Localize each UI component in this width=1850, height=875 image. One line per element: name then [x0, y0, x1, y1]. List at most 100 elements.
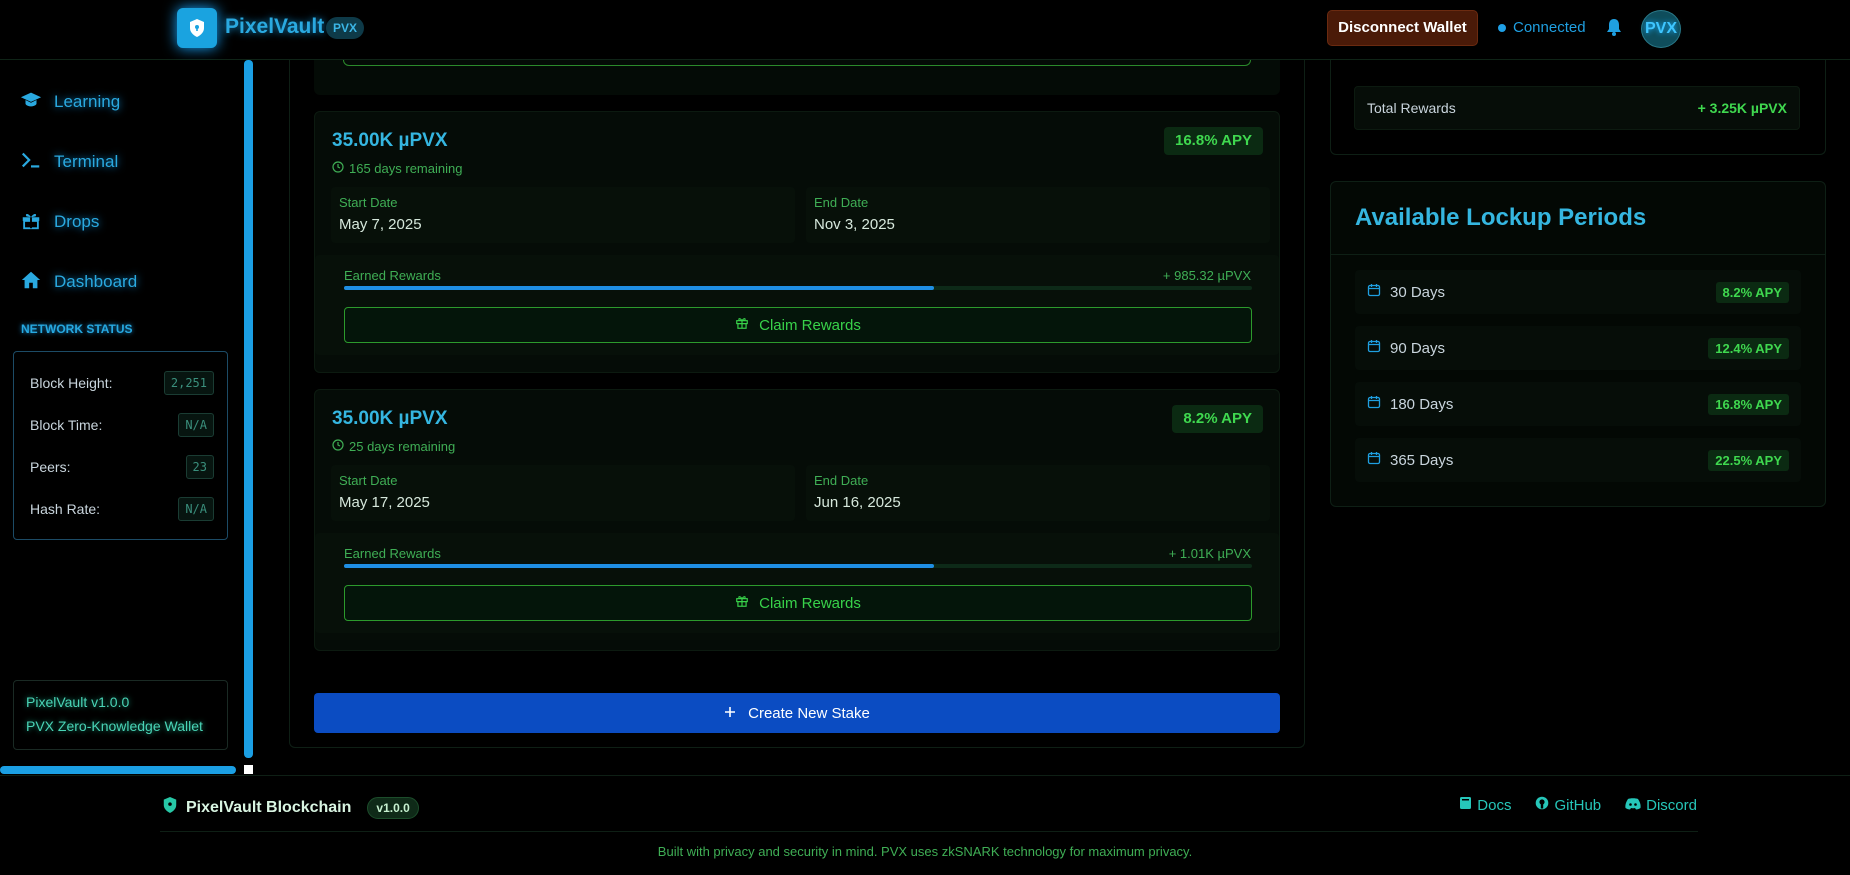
end-date-value: Nov 3, 2025 [814, 216, 895, 233]
total-rewards-label: Total Rewards [1367, 100, 1456, 116]
lockup-period-apy: 12.4% APY [1708, 337, 1789, 359]
network-value: N/A [178, 413, 214, 437]
app-name[interactable]: PixelVault [225, 15, 324, 39]
rewards-progress-fill [344, 286, 935, 290]
network-row-block-time: Block Time: N/A [30, 411, 214, 439]
end-date-label: End Date [814, 473, 869, 488]
rewards-progress-track [344, 286, 1252, 290]
divider [160, 831, 1698, 832]
start-date-label: Start Date [339, 195, 398, 210]
start-date-value: May 17, 2025 [339, 494, 430, 511]
app-version: PixelVault v1.0.0 [26, 694, 130, 710]
network-row-peers: Peers: 23 [30, 453, 214, 481]
gift-icon [735, 316, 749, 334]
shield-icon [162, 796, 178, 819]
end-date-value: Jun 16, 2025 [814, 494, 901, 511]
connection-status-dot [1498, 24, 1506, 32]
lockup-period-left: 90 Days [1367, 339, 1445, 357]
app-tagline: PVX Zero-Knowledge Wallet [26, 718, 203, 734]
plus-icon [724, 705, 736, 722]
calendar-icon [1367, 283, 1381, 301]
lockup-period-item[interactable]: 180 Days 16.8% APY [1355, 382, 1801, 426]
earned-rewards-value: + 1.01K µPVX [1168, 546, 1251, 561]
footer-link-label: Discord [1646, 796, 1697, 814]
connection-status: Connected [1513, 19, 1586, 36]
calendar-icon [1367, 395, 1381, 413]
clock-icon [332, 439, 344, 454]
claim-rewards-button[interactable]: Claim Rewards [344, 585, 1252, 621]
lockup-period-apy: 8.2% APY [1715, 281, 1789, 303]
claim-rewards-button[interactable]: Claim Rewards [344, 307, 1252, 343]
version-panel: PixelVault v1.0.0 PVX Zero-Knowledge Wal… [13, 680, 228, 750]
graduation-cap-icon [20, 89, 42, 116]
footer-brand-name: PixelVault Blockchain [186, 798, 352, 816]
footer-link-label: Docs [1477, 796, 1512, 814]
footer-version-badge: v1.0.0 [367, 796, 419, 819]
earned-rewards-value: + 985.32 µPVX [1162, 268, 1251, 283]
sidebar-scrollbar[interactable] [244, 60, 253, 758]
sidebar-item-label: Terminal [54, 152, 119, 171]
end-date-box: End Date Jun 16, 2025 [806, 465, 1270, 521]
footer: PixelVault Blockchain v1.0.0 Docs GitHub… [0, 775, 1850, 875]
home-icon [20, 269, 42, 296]
stake-remaining: 165 days remaining [332, 161, 462, 176]
stake-card: 35.00K µPVX 25 days remaining 8.2% APY S… [314, 389, 1280, 651]
sidebar-item-learning[interactable]: Learning [20, 82, 120, 122]
lockup-period-label: 180 Days [1390, 395, 1454, 413]
avatar[interactable]: PVX [1641, 10, 1681, 48]
footer-link-github[interactable]: GitHub [1535, 796, 1601, 814]
discord-icon [1625, 797, 1641, 814]
clock-icon [332, 161, 344, 176]
sidebar-item-drops[interactable]: Drops [20, 202, 99, 242]
lockup-period-apy: 16.8% APY [1708, 393, 1789, 415]
lockup-period-label: 365 Days [1390, 451, 1454, 469]
previous-claim-button[interactable] [343, 60, 1251, 66]
book-icon [1459, 796, 1472, 814]
lockup-period-item[interactable]: 90 Days 12.4% APY [1355, 326, 1801, 370]
network-label: Block Time: [30, 417, 103, 433]
scrollbar-corner [244, 765, 253, 774]
footer-brand: PixelVault Blockchain v1.0.0 [162, 796, 419, 819]
stake-amount: 35.00K µPVX [332, 130, 448, 151]
lockup-period-item[interactable]: 365 Days 22.5% APY [1355, 438, 1801, 482]
footer-link-docs[interactable]: Docs [1459, 796, 1511, 814]
terminal-icon [20, 149, 42, 176]
network-row-hash-rate: Hash Rate: N/A [30, 495, 214, 523]
network-value: N/A [178, 497, 214, 521]
network-label: Hash Rate: [30, 501, 101, 517]
sidebar-item-label: Drops [54, 212, 100, 231]
github-icon [1535, 796, 1549, 814]
claim-rewards-label: Claim Rewards [759, 594, 861, 612]
lockup-period-item[interactable]: 30 Days 8.2% APY [1355, 270, 1801, 314]
footer-link-discord[interactable]: Discord [1625, 796, 1697, 814]
create-new-stake-label: Create New Stake [748, 704, 870, 722]
earned-rewards-box: Earned Rewards + 985.32 µPVX Claim Rewar… [315, 255, 1279, 355]
total-rewards-row: Total Rewards + 3.25K µPVX [1354, 86, 1800, 130]
gift-icon [20, 209, 42, 236]
footer-note: Built with privacy and security in mind.… [657, 844, 1193, 859]
network-value: 2,251 [163, 371, 214, 395]
network-status-panel: Block Height: 2,251 Block Time: N/A Peer… [13, 351, 228, 540]
gift-icon [735, 594, 749, 612]
lockup-period-apy: 22.5% APY [1708, 449, 1789, 471]
lockup-period-left: 365 Days [1367, 451, 1453, 469]
start-date-box: Start Date May 7, 2025 [331, 187, 795, 243]
sidebar-item-terminal[interactable]: Terminal [20, 142, 118, 182]
sidebar-horizontal-scrollbar[interactable] [0, 766, 236, 774]
create-new-stake-button[interactable]: Create New Stake [314, 693, 1280, 733]
sidebar-item-label: Learning [54, 92, 121, 111]
shield-logo-icon[interactable] [177, 8, 217, 48]
divider [1331, 254, 1825, 255]
sidebar-item-dashboard[interactable]: Dashboard [20, 262, 137, 302]
stake-remaining: 25 days remaining [332, 439, 455, 454]
disconnect-wallet-button[interactable]: Disconnect Wallet [1327, 10, 1478, 46]
earned-rewards-label: Earned Rewards [344, 268, 441, 283]
bell-icon[interactable] [1605, 17, 1623, 42]
lockup-period-label: 30 Days [1390, 283, 1446, 301]
footer-links: Docs GitHub Discord [1459, 796, 1697, 814]
rewards-progress-track [344, 564, 1252, 568]
network-status-title: NETWORK STATUS [21, 322, 133, 336]
lockup-periods-title: Available Lockup Periods [1355, 204, 1647, 231]
top-header: PixelVault PVX Disconnect Wallet Connect… [0, 0, 1850, 60]
calendar-icon [1367, 339, 1381, 357]
